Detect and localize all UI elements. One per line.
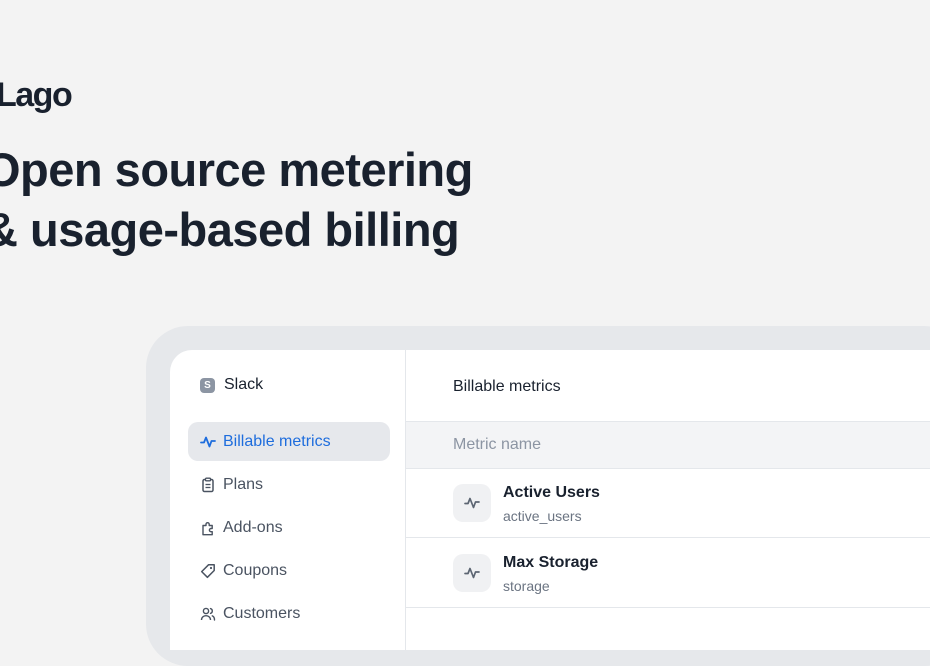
users-icon [200,606,216,622]
sidebar-item-customers[interactable]: Customers [188,594,390,633]
tag-icon [200,563,216,579]
sidebar-item-label: Add-ons [223,518,283,536]
metric-icon-box [453,554,491,592]
table-header: Metric name [406,421,930,469]
main-content: Billable metrics Metric name Active User… [406,350,930,650]
pulse-icon [464,495,480,511]
app-window: S Slack Billable metrics Plans Add-ons C… [170,350,930,650]
sidebar-nav: Billable metrics Plans Add-ons Coupons C… [188,422,390,637]
clipboard-icon [200,477,216,493]
sidebar-item-plans[interactable]: Plans [188,465,390,504]
sidebar: S Slack Billable metrics Plans Add-ons C… [170,350,406,650]
org-badge: S [200,377,215,393]
org-name: Slack [224,376,264,393]
page-title: Billable metrics [453,378,561,395]
lago-logo: Lago [0,76,73,114]
column-header-metric-name: Metric name [453,436,542,453]
headline-line-1: Open source metering [0,143,473,196]
organization-switcher[interactable]: S Slack [200,376,263,394]
table-row[interactable]: Max Storage storage [406,538,930,608]
pulse-icon [464,565,480,581]
sidebar-item-add-ons[interactable]: Add-ons [188,508,390,547]
sidebar-item-label: Coupons [223,561,288,579]
pulse-icon [200,434,216,450]
metric-icon-box [453,484,491,522]
sidebar-item-label: Billable metrics [223,432,331,450]
sidebar-item-coupons[interactable]: Coupons [188,551,390,590]
metric-code: storage [503,578,550,594]
metric-name: Active Users [503,484,600,501]
sidebar-item-billable-metrics[interactable]: Billable metrics [188,422,390,461]
hero-headline: Open source metering & usage-based billi… [0,140,473,260]
puzzle-icon [200,520,216,536]
metric-code: active_users [503,508,582,524]
sidebar-item-label: Plans [223,475,264,493]
headline-line-2: & usage-based billing [0,203,460,256]
metric-name: Max Storage [503,554,599,571]
table-row[interactable]: Active Users active_users [406,468,930,538]
